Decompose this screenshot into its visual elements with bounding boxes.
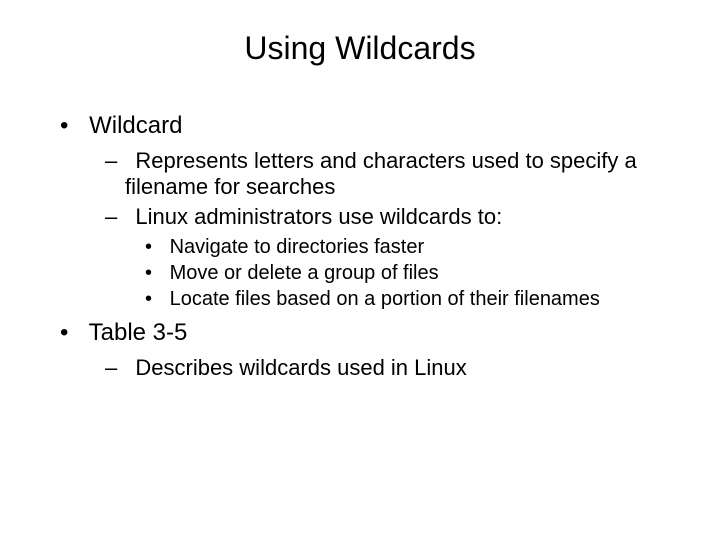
bullet-list-level1: Wildcard Represents letters and characte…	[60, 112, 680, 381]
slide-title: Using Wildcards	[40, 30, 680, 67]
bullet-table-text: Table 3-5	[89, 319, 188, 346]
bullet-locate: Locate files based on a portion of their…	[165, 288, 680, 311]
bullet-wildcard: Wildcard Represents letters and characte…	[60, 112, 680, 311]
bullet-list-level3: Navigate to directories faster Move or d…	[165, 236, 680, 311]
bullet-locate-text: Locate files based on a portion of their…	[170, 288, 600, 310]
bullet-list-level2: Represents letters and characters used t…	[105, 148, 680, 311]
bullet-table: Table 3-5 Describes wildcards used in Li…	[60, 319, 680, 381]
bullet-navigate-text: Navigate to directories faster	[170, 236, 425, 258]
bullet-admins-use-text: Linux administrators use wildcards to:	[135, 204, 502, 229]
bullet-navigate: Navigate to directories faster	[165, 236, 680, 259]
bullet-represents: Represents letters and characters used t…	[105, 148, 680, 200]
bullet-move-delete-text: Move or delete a group of files	[170, 262, 439, 284]
bullet-represents-text: Represents letters and characters used t…	[125, 148, 637, 199]
bullet-describes: Describes wildcards used in Linux	[105, 355, 680, 381]
bullet-wildcard-text: Wildcard	[89, 112, 182, 139]
bullet-list-level2-b: Describes wildcards used in Linux	[105, 355, 680, 381]
bullet-admins-use: Linux administrators use wildcards to: N…	[105, 204, 680, 311]
bullet-move-delete: Move or delete a group of files	[165, 262, 680, 285]
bullet-describes-text: Describes wildcards used in Linux	[135, 355, 466, 380]
